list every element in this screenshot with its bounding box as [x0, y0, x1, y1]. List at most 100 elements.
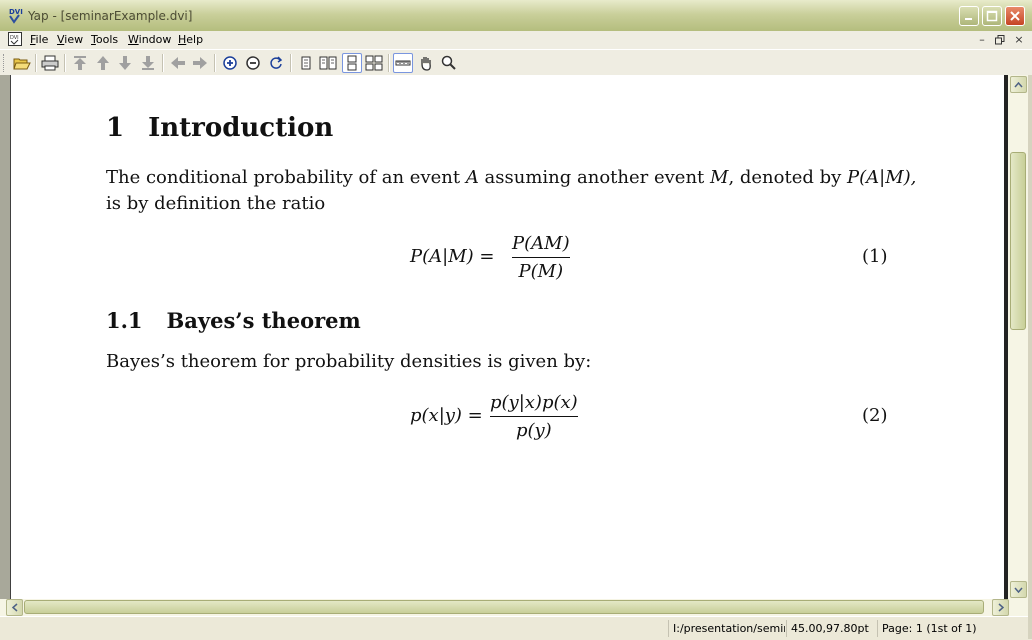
menu-help[interactable]: Help [178, 33, 203, 46]
menu-help-rest: elp [186, 33, 204, 46]
maximize-icon [986, 10, 998, 22]
last-page-icon [142, 56, 154, 70]
paragraph-1-line-2: is by definition the ratio [106, 193, 326, 214]
math-expression: P(A|M), [847, 167, 917, 188]
equation-1-number: (1) [862, 246, 888, 267]
print-button[interactable] [40, 53, 60, 73]
toolbar-separator [162, 54, 164, 72]
continuous-single-icon [347, 55, 357, 71]
double-page-button[interactable] [318, 53, 338, 73]
subsection-title: Bayes’s theorem [166, 308, 361, 333]
mdi-minimize-button[interactable]: – [975, 33, 989, 46]
menu-view[interactable]: View [57, 33, 83, 46]
toolbar-separator [388, 54, 390, 72]
menu-window-key: W [128, 33, 139, 46]
zoom-in-icon [223, 56, 237, 70]
toolbar-grip[interactable] [3, 54, 7, 72]
mdi-close-button[interactable]: × [1012, 33, 1026, 46]
fraction-bar [490, 416, 578, 417]
equation-1-lhs: P(A|M) = [410, 246, 495, 267]
scroll-down-button[interactable] [1010, 581, 1027, 598]
equation-2-numerator: p(y|x)p(x) [490, 392, 578, 413]
menu-file-rest: ile [35, 33, 49, 46]
para-text: assuming another event [478, 167, 710, 188]
last-page-button[interactable] [138, 53, 158, 73]
fraction-bar [512, 257, 570, 258]
title-bar[interactable]: DVI Yap - [seminarExample.dvi] [0, 0, 1032, 33]
back-button[interactable] [168, 53, 188, 73]
menu-view-rest: iew [64, 33, 84, 46]
maximize-button[interactable] [982, 6, 1002, 26]
ruler-icon [395, 60, 411, 66]
math-var: A [465, 167, 479, 188]
continuous-single-button[interactable] [342, 53, 362, 73]
magnifier-icon [441, 55, 456, 70]
open-button[interactable] [12, 53, 32, 73]
next-page-button[interactable] [115, 53, 135, 73]
arrow-right-icon [998, 603, 1004, 612]
vertical-scroll-thumb[interactable] [1010, 152, 1026, 330]
refresh-button[interactable] [266, 53, 286, 73]
previous-page-icon [97, 56, 109, 70]
dvi-page[interactable]: 1 Introduction The conditional probabilit… [11, 75, 1004, 599]
toolbar-separator [214, 54, 216, 72]
menu-tools-rest: ools [95, 33, 119, 46]
equation-2-denominator: p(y) [515, 420, 552, 441]
forward-button[interactable] [190, 53, 210, 73]
single-page-button[interactable] [296, 53, 316, 73]
equation-1-numerator: P(AM) [512, 233, 570, 254]
paragraph-1-line-1: The conditional probability of an event … [106, 167, 916, 188]
subsection-number: 1.1 [106, 308, 143, 333]
hand-tool-button[interactable] [416, 53, 436, 73]
menu-file[interactable]: File [30, 33, 48, 46]
arrow-left-icon [11, 603, 17, 612]
svg-text:DVI: DVI [9, 8, 23, 16]
menu-tools[interactable]: Tools [91, 33, 118, 46]
menu-window[interactable]: Window [128, 33, 171, 46]
minimize-button[interactable] [959, 6, 979, 26]
yap-app-icon[interactable]: DVI [6, 6, 24, 24]
subsection-heading: 1.1 Bayes’s theorem [106, 308, 361, 333]
scroll-right-button[interactable] [992, 599, 1009, 616]
paragraph-2: Bayes’s theorem for probability densitie… [106, 351, 592, 372]
document-icon[interactable]: DVI [8, 32, 22, 46]
zoom-in-button[interactable] [220, 53, 240, 73]
horizontal-scroll-thumb[interactable] [24, 600, 984, 614]
mdi-minimize-icon: – [979, 33, 985, 46]
math-var: M [710, 167, 729, 188]
section-number: 1 [106, 113, 125, 143]
equation-1-fraction: P(AM) P(M) [512, 233, 570, 282]
window-right-border [1028, 75, 1032, 639]
equation-1-denominator: P(M) [518, 261, 564, 282]
section-title: Introduction [148, 113, 334, 143]
menu-bar: DVI File View Tools Window Help – × [0, 31, 1032, 49]
equation-2-lhs: p(x|y) = [410, 405, 483, 426]
menu-window-rest: indow [138, 33, 172, 46]
next-page-icon [119, 56, 131, 70]
zoom-out-button[interactable] [243, 53, 263, 73]
magnifier-button[interactable] [439, 53, 459, 73]
status-bar: I:/presentation/seminar 45.00,97.80pt Pa… [0, 616, 1028, 640]
status-coordinates: 45.00,97.80pt [786, 620, 877, 637]
left-border [0, 75, 11, 599]
back-icon [171, 57, 185, 69]
first-page-button[interactable] [70, 53, 90, 73]
continuous-double-icon [365, 55, 383, 71]
first-page-icon [74, 56, 86, 70]
ruler-button[interactable] [393, 53, 413, 73]
mdi-restore-button[interactable] [993, 33, 1007, 46]
zoom-out-icon [246, 56, 260, 70]
toolbar-separator [290, 54, 292, 72]
toolbar [0, 49, 1032, 77]
scroll-left-button[interactable] [6, 599, 23, 616]
previous-page-button[interactable] [93, 53, 113, 73]
refresh-icon [270, 56, 283, 69]
close-icon [1010, 11, 1020, 21]
arrow-down-icon [1014, 587, 1023, 593]
mdi-restore-icon [995, 34, 1005, 44]
single-page-icon [301, 56, 311, 70]
continuous-double-button[interactable] [364, 53, 384, 73]
close-button[interactable] [1005, 6, 1025, 26]
scroll-up-button[interactable] [1010, 76, 1027, 93]
minimize-icon [965, 18, 972, 20]
